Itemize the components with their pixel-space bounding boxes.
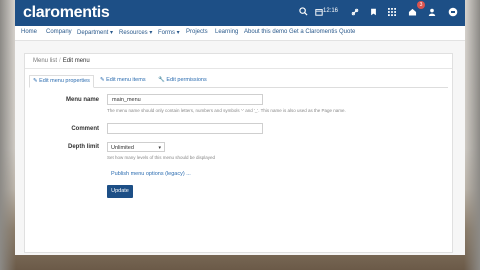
notification-badge[interactable]: 3 [417,1,425,9]
nav-resources[interactable]: Resources ▾ [119,29,152,36]
breadcrumb-separator: / [59,58,61,64]
clock-time: 12:16 [323,8,339,14]
home-icon[interactable] [406,7,418,19]
settings-toggle-icon[interactable] [447,7,459,19]
user-icon[interactable] [426,7,438,19]
link-icon[interactable] [349,7,361,19]
wrench-icon: 🔧 [158,77,165,83]
search-icon[interactable] [297,7,309,19]
right-shadow [464,0,480,270]
publish-menu-options-link[interactable]: Publish menu options (legacy) ... [111,171,191,177]
top-header-bar: claromentis 12:16 3 [15,0,465,26]
nav-company[interactable]: Company [46,29,72,35]
nav-projects[interactable]: Projects [186,29,208,35]
card-divider [25,68,452,69]
depth-limit-select[interactable]: Unlimited ▾ [107,142,165,152]
nav-home[interactable]: Home [21,29,37,35]
menu-name-help: The menu name should only contain letter… [107,108,346,113]
content-area: Menu list / Edit menu ✎ Edit menu properti… [15,41,465,255]
nav-learning[interactable]: Learning [215,29,238,35]
menu-name-label: Menu name [65,97,99,103]
tab-edit-menu-properties[interactable]: ✎ Edit menu properties [29,75,94,88]
breadcrumb-menu-list[interactable]: Menu list [33,58,57,64]
nav-get-quote[interactable]: Get a Claromentis Quote [289,29,355,35]
breadcrumb: Menu list / Edit menu [33,58,90,64]
nav-department[interactable]: Department ▾ [77,29,113,36]
tab-label: Edit permissions [166,77,207,83]
tab-label: Edit menu items [106,77,146,83]
bookmark-icon[interactable] [367,7,379,19]
edit-menu-card: Menu list / Edit menu ✎ Edit menu properti… [24,53,453,253]
main-navigation: Home Company Department ▾ Resources ▾ Fo… [15,26,465,41]
tab-bar: ✎ Edit menu properties ✎ Edit menu items… [29,75,448,88]
left-shadow [0,0,16,270]
claromentis-logo[interactable]: claromentis [23,4,110,22]
breadcrumb-current: Edit menu [62,58,90,64]
update-button[interactable]: Update [107,185,133,198]
comment-input[interactable] [107,123,263,134]
edit-icon: ✎ [100,77,105,83]
chevron-down-icon: ▾ [158,145,161,151]
tab-edit-menu-items[interactable]: ✎ Edit menu items [97,75,149,86]
nav-about-demo[interactable]: About this demo [244,29,287,35]
depth-limit-help: Set how many levels of this menu should … [107,155,216,160]
tab-label: Edit menu properties [39,78,90,84]
comment-label: Comment [71,126,99,132]
tab-edit-permissions[interactable]: 🔧 Edit permissions [155,75,210,86]
depth-limit-value: Unlimited [111,145,134,151]
nav-forms[interactable]: Forms ▾ [158,29,180,36]
edit-icon: ✎ [33,78,38,84]
apps-grid-icon[interactable] [386,7,398,19]
menu-name-input[interactable]: main_menu [107,94,263,105]
depth-limit-label: Depth limit [68,144,99,150]
